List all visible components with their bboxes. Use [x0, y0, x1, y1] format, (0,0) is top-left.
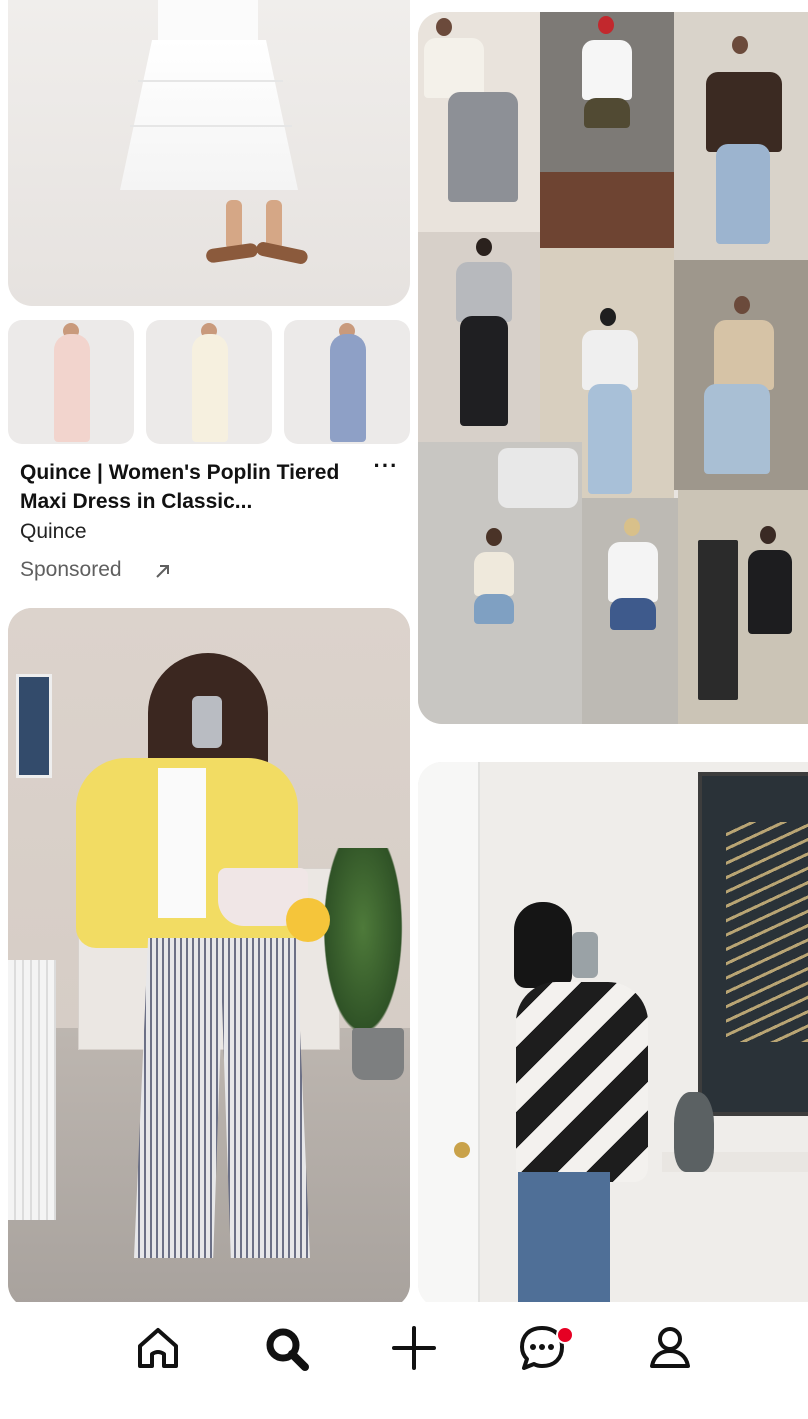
plant-pot	[352, 1028, 404, 1080]
collage-photo	[540, 12, 674, 248]
white-shirt	[424, 38, 484, 98]
collage-photo	[418, 232, 540, 442]
white-tee	[158, 768, 206, 918]
black-cap	[600, 308, 616, 326]
sandal	[255, 240, 309, 266]
wall-art	[16, 674, 52, 778]
beige-sweater	[714, 320, 774, 390]
brown-blazer	[706, 72, 782, 152]
person-head	[476, 238, 492, 256]
striped-jumper	[516, 982, 648, 1182]
phone	[572, 932, 598, 978]
denim-shorts	[474, 594, 514, 624]
iron-gate	[698, 540, 738, 700]
nav-home-button[interactable]	[132, 1322, 184, 1374]
nav-search-button[interactable]	[260, 1322, 312, 1374]
collage-photo	[674, 12, 808, 260]
search-icon	[266, 1328, 309, 1371]
track	[540, 172, 674, 248]
blue-striped-dress	[330, 334, 366, 442]
ad-pin-image[interactable]	[8, 0, 410, 306]
sun-plush-charm	[286, 898, 330, 942]
blue-jeans	[518, 1172, 610, 1308]
nav-profile-button[interactable]	[644, 1322, 696, 1374]
grey-jeans	[448, 92, 518, 202]
ad-source[interactable]: Quince	[20, 520, 87, 544]
grey-top	[456, 262, 512, 322]
cream-dress	[192, 334, 228, 442]
more-options-button[interactable]: ···	[370, 455, 402, 482]
white-tee	[582, 40, 632, 100]
phone	[192, 696, 222, 748]
pin-yellow-cardigan[interactable]	[8, 608, 410, 1308]
camo-shorts	[584, 98, 630, 128]
nav-create-button[interactable]	[388, 1322, 440, 1374]
sandal	[205, 242, 259, 264]
dress-tier-line	[130, 125, 292, 127]
pink-dress	[54, 334, 90, 442]
light-jeans	[716, 144, 770, 244]
plus-icon	[392, 1326, 436, 1370]
black-romper	[748, 550, 792, 634]
white-top	[474, 552, 514, 596]
vase	[674, 1092, 714, 1172]
profile-icon	[650, 1327, 690, 1368]
door-knob	[454, 1142, 470, 1158]
denim-skirt	[610, 598, 656, 630]
red-cap	[598, 16, 614, 34]
white-tee	[608, 542, 658, 602]
sneakers	[498, 448, 578, 508]
nav-messages-button[interactable]	[516, 1322, 574, 1374]
person-head	[760, 526, 776, 544]
person-head	[624, 518, 640, 536]
notification-badge	[556, 1326, 574, 1344]
sponsored-label[interactable]: Sponsored	[20, 558, 122, 582]
ad-thumbnail-pink-dress[interactable]	[8, 320, 134, 444]
person-head	[732, 36, 748, 54]
pin-striped-jumper[interactable]	[418, 762, 808, 1308]
bottom-navigation	[0, 1302, 808, 1419]
jeans	[704, 384, 770, 474]
white-top	[582, 330, 638, 390]
collage-photo	[418, 12, 540, 232]
black-jeans	[460, 316, 508, 426]
external-link-arrow-icon[interactable]	[153, 561, 173, 581]
person-head	[734, 296, 750, 314]
leg	[226, 200, 242, 250]
plant	[318, 848, 408, 1048]
white-door	[418, 762, 480, 1308]
collage-photo	[582, 498, 678, 724]
pin-outfit-collage[interactable]	[418, 12, 808, 724]
person-head	[436, 18, 452, 36]
light-jeans	[588, 384, 632, 494]
radiator	[8, 960, 56, 1220]
collage-photo	[418, 442, 582, 724]
person-head	[486, 528, 502, 546]
ad-thumbnail-cream-dress[interactable]	[146, 320, 272, 444]
gold-leaf-artwork	[726, 822, 808, 1042]
home-icon	[138, 1328, 178, 1368]
collage-photo	[674, 260, 808, 490]
ad-thumbnail-blue-dress[interactable]	[284, 320, 410, 444]
dress-skirt	[120, 40, 298, 190]
collage-photo	[678, 490, 808, 724]
person-hair	[514, 902, 572, 988]
dress-tier-line	[138, 80, 283, 82]
ad-title[interactable]: Quince | Women's Poplin Tiered Maxi Dres…	[20, 458, 350, 516]
